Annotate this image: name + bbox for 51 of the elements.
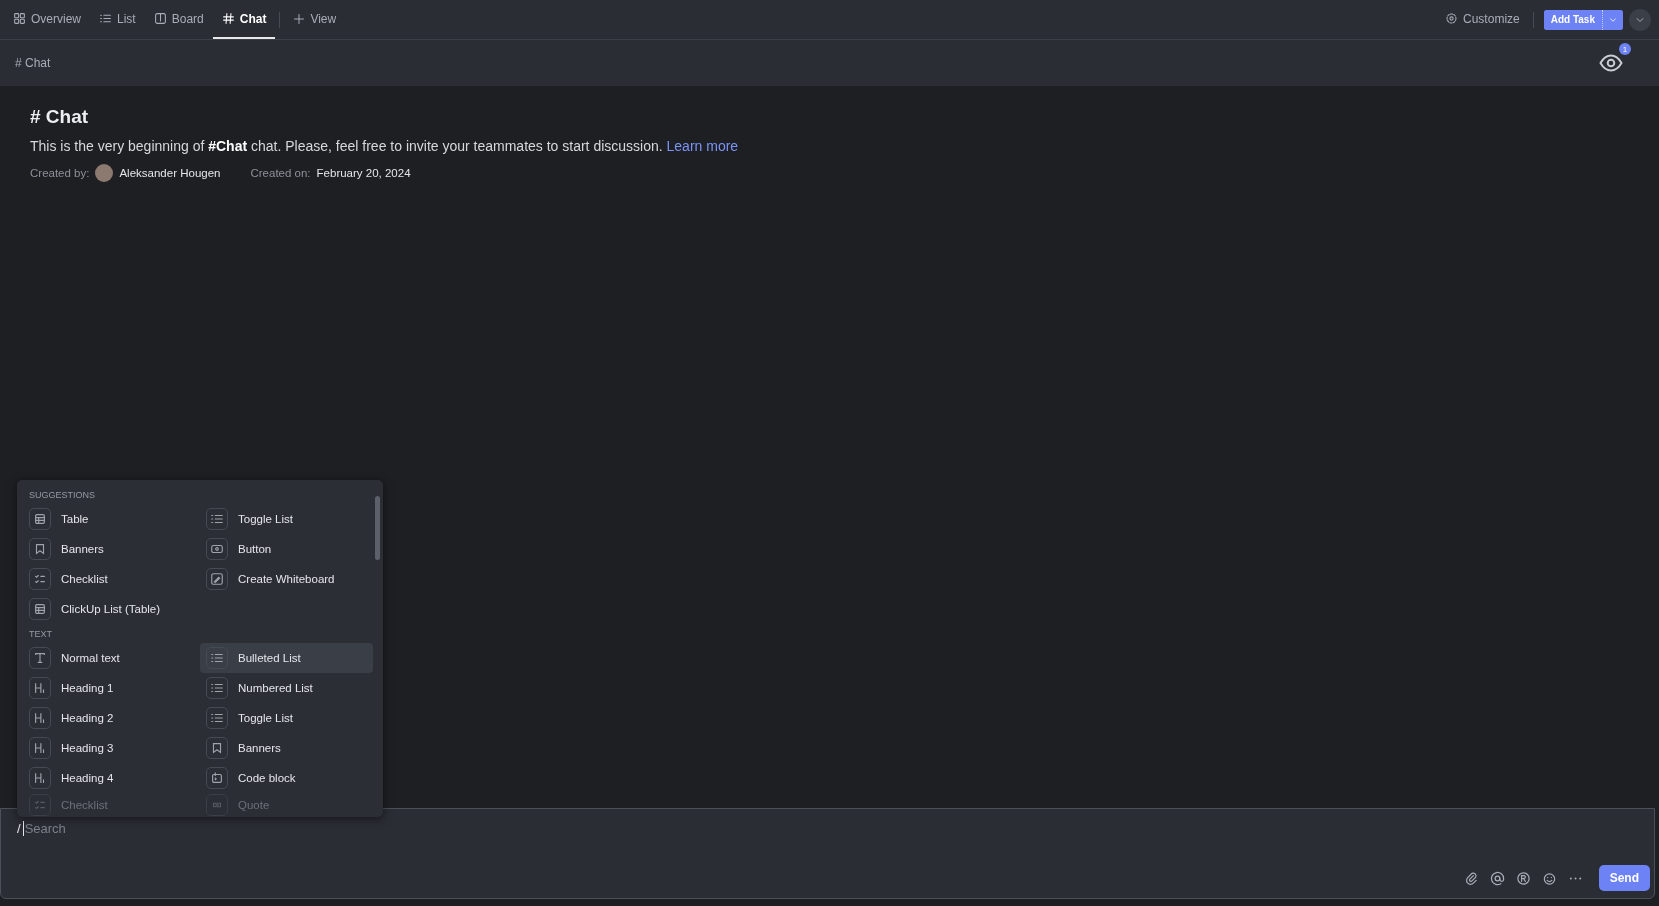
heading-icon — [33, 711, 47, 725]
heading-icon — [33, 771, 47, 785]
checklist-icon — [33, 798, 47, 812]
section-heading: TEXT — [29, 629, 53, 639]
watcher-count-badge: 1 — [1619, 43, 1631, 55]
list-icon — [210, 512, 224, 526]
chat-title: # Chat — [30, 106, 90, 128]
scrollbar — [375, 496, 380, 560]
whiteboard-icon — [210, 572, 224, 586]
list-icon — [210, 681, 224, 695]
bookmark-icon — [33, 542, 47, 556]
at-icon[interactable] — [1489, 870, 1505, 886]
learn-more-link[interactable]: Learn more — [666, 138, 739, 154]
board-icon — [153, 12, 167, 25]
created-on-label: Created on: — [250, 167, 311, 179]
table-icon — [33, 512, 47, 526]
bookmark-icon — [210, 741, 224, 755]
add-view-button[interactable]: View — [284, 0, 346, 39]
paperclip-icon[interactable] — [1463, 870, 1479, 886]
hash-icon — [221, 12, 235, 25]
customize-button[interactable]: Customize — [1436, 0, 1529, 39]
checklist-icon — [33, 572, 47, 586]
list-icon — [210, 651, 224, 665]
dropdown-button[interactable] — [1602, 9, 1623, 30]
slash-text: / — [17, 821, 21, 836]
avatar — [95, 164, 114, 182]
view-tab[interactable]: Board — [144, 0, 213, 39]
heading-icon — [33, 681, 47, 695]
channel-title: # Chat — [15, 56, 51, 70]
list-icon — [99, 12, 112, 25]
button-icon — [210, 542, 224, 556]
table-icon — [33, 602, 47, 616]
emoji-icon[interactable] — [1541, 870, 1557, 886]
grid-icon — [13, 12, 26, 25]
text-icon — [33, 651, 47, 665]
code-block-icon — [210, 771, 224, 785]
created-date: February 20, 2024 — [316, 167, 411, 179]
section-heading: SUGGESTIONS — [29, 490, 96, 500]
created-by-label: Created by: — [30, 167, 90, 179]
list-icon — [210, 711, 224, 725]
plus-icon — [293, 12, 306, 25]
settings-icon — [1445, 12, 1459, 25]
view-tab[interactable]: Overview — [4, 0, 90, 39]
view-tab[interactable]: List — [90, 0, 145, 39]
intro-text: This is the very beginning of #Chat chat. Please, feel free to invite your teammates to start discussion. Learn more — [30, 138, 740, 154]
menu-item[interactable]: Bulleted List — [200, 643, 373, 673]
collapse-button[interactable] — [1629, 8, 1651, 31]
menu-item[interactable]: ClickUp List (Table) — [29, 594, 206, 624]
message-input[interactable]: Search — [22, 821, 225, 836]
creator-name: Aleksander Hougen — [119, 167, 221, 179]
heading-icon — [33, 741, 47, 755]
